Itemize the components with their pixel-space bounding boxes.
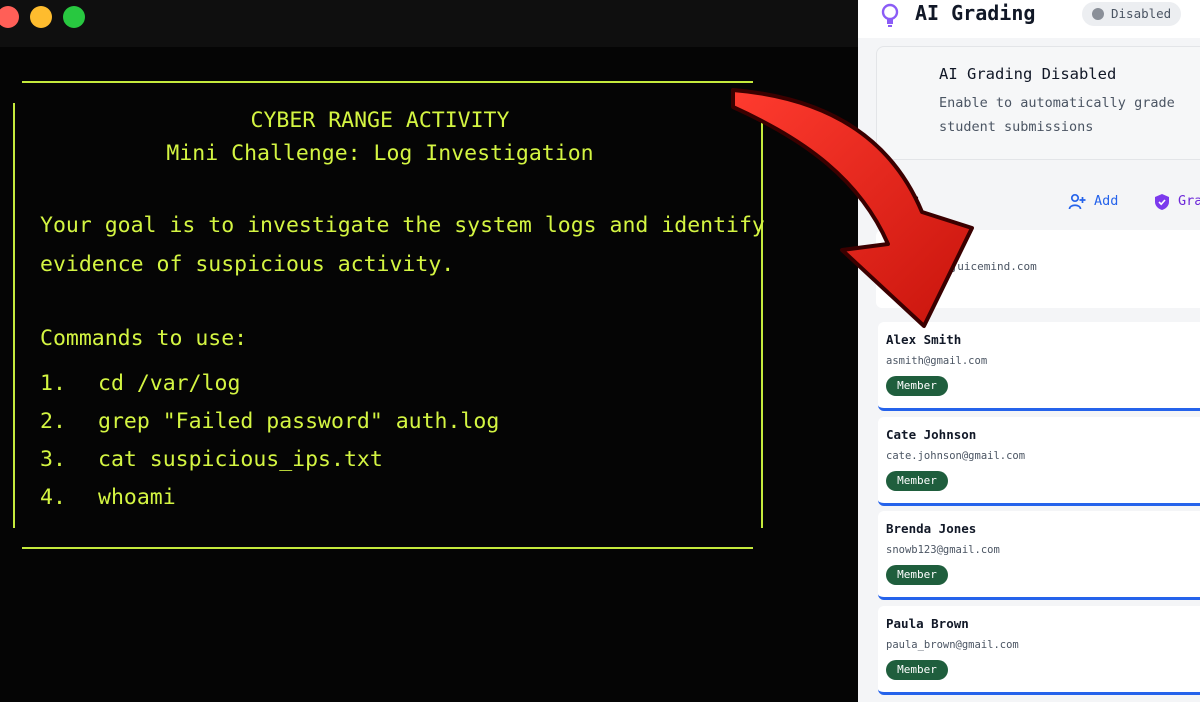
commands-title: Commands to use: [40, 326, 248, 351]
members-section-title: ers [886, 190, 921, 212]
member-card[interactable]: Brenda Jones snowb123@gmail.com Member [878, 511, 1200, 600]
member-role-badge: Member [886, 660, 948, 680]
terminal-window: CYBER RANGE ACTIVITY Mini Challenge: Log… [0, 0, 858, 702]
grade-label: Gra [1178, 193, 1200, 209]
owner-email: .juicemind.com [944, 260, 1037, 273]
disabled-card-description: Enable to automatically grade student su… [939, 91, 1200, 139]
member-card[interactable]: Cate Johnson cate.johnson@gmail.com Memb… [878, 417, 1200, 506]
command-number: 4. [40, 485, 66, 510]
add-member-label: Add [1094, 193, 1119, 209]
member-email: snowb123@gmail.com [886, 544, 1000, 556]
command-number: 3. [40, 447, 66, 472]
member-card[interactable]: Paula Brown paula_brown@gmail.com Member [878, 606, 1200, 695]
maximize-window-icon[interactable] [63, 6, 85, 28]
command-text: cat suspicious_ips.txt [98, 447, 383, 472]
goal-text-line-2: evidence of suspicious activity. [40, 252, 455, 277]
member-name: Alex Smith [886, 332, 962, 347]
ai-grading-status-badge[interactable]: Disabled [1082, 2, 1181, 26]
member-role-badge: Member [886, 565, 948, 585]
member-email: paula_brown@gmail.com [886, 639, 1019, 651]
description-line: Enable to automatically grade [939, 95, 1175, 111]
command-number: 2. [40, 409, 66, 434]
description-line: student submissions [939, 119, 1094, 135]
member-card[interactable]: Alex Smith asmith@gmail.com Member [878, 322, 1200, 411]
grade-button[interactable]: Gra [1154, 192, 1200, 214]
member-name: Cate Johnson [886, 427, 977, 442]
border-bottom-rule [22, 547, 753, 549]
window-titlebar [0, 0, 858, 47]
disabled-card-title: AI Grading Disabled [939, 65, 1117, 83]
member-email: cate.johnson@gmail.com [886, 450, 1026, 462]
goal-text-line-1: Your goal is to investigate the system l… [40, 213, 765, 238]
member-role-badge: Member [886, 471, 948, 491]
member-name: Paula Brown [886, 616, 969, 631]
command-text: whoami [98, 485, 176, 510]
ai-grading-disabled-card: AI Grading Disabled Enable to automatica… [876, 46, 1200, 160]
border-top-rule [22, 81, 753, 83]
owner-member-card[interactable]: .juicemind.com [876, 230, 1200, 308]
minimize-window-icon[interactable] [30, 6, 52, 28]
activity-heading: CYBER RANGE ACTIVITY [250, 108, 510, 133]
member-email: asmith@gmail.com [886, 355, 988, 367]
member-name: Brenda Jones [886, 521, 977, 536]
command-text: grep "Failed password" auth.log [98, 409, 500, 434]
border-right-rule [761, 103, 763, 528]
shield-icon [1155, 194, 1169, 210]
class-settings-panel: AI Grading Disabled AI Grading Disabled … [858, 0, 1200, 702]
command-text: cd /var/log [98, 371, 241, 396]
challenge-subheading: Mini Challenge: Log Investigation [166, 141, 594, 166]
close-window-icon[interactable] [0, 6, 19, 28]
status-dot-icon [1092, 8, 1104, 20]
add-user-icon [1068, 193, 1086, 210]
ai-grading-header: AI Grading Disabled [858, 0, 1200, 38]
status-label: Disabled [1111, 6, 1172, 21]
command-number: 1. [40, 371, 66, 396]
lightbulb-icon [881, 3, 899, 27]
border-left-rule [13, 103, 15, 528]
ai-grading-title: AI Grading [915, 1, 1036, 25]
member-role-badge: Member [886, 376, 948, 396]
